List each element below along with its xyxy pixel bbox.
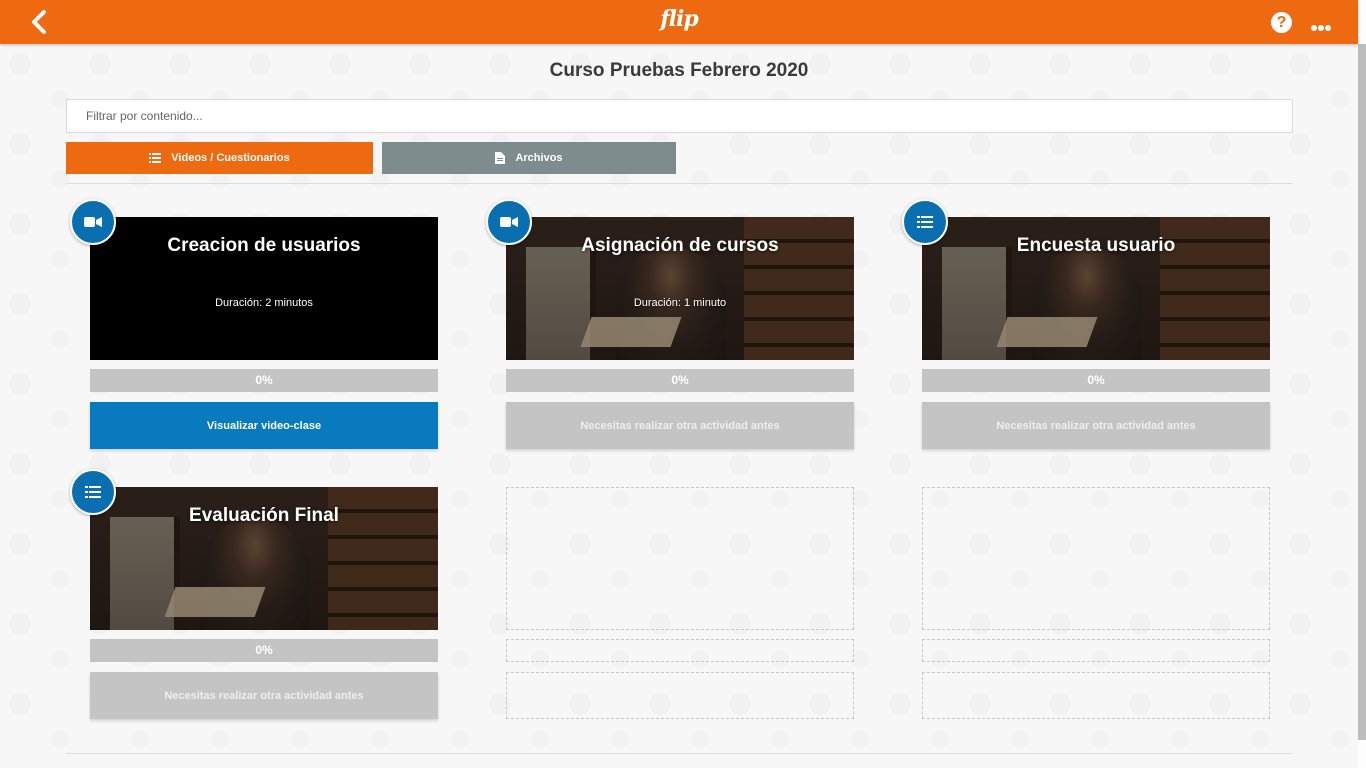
list-icon [85, 486, 101, 498]
progress-bar: 0% [922, 369, 1270, 392]
scrollbar-thumb[interactable] [1358, 44, 1366, 740]
empty-slot-action [922, 672, 1270, 719]
activity-thumbnail[interactable]: Evaluación Final [90, 487, 438, 630]
activity-card: Creacion de usuarios Duración: 2 minutos… [90, 217, 438, 449]
activity-thumbnail[interactable]: Asignación de cursos Duración: 1 minuto [506, 217, 854, 360]
empty-slot-progress [506, 639, 854, 662]
activity-title: Creacion de usuarios [167, 235, 361, 256]
tab-videos-quizzes[interactable]: Videos / Cuestionarios [66, 142, 373, 174]
empty-slot-thumbnail [506, 487, 854, 630]
file-icon [495, 152, 506, 164]
locked-activity-button[interactable]: Necesitas realizar otra actividad antes [506, 402, 854, 449]
video-camera-icon [84, 217, 102, 227]
watch-video-button[interactable]: Visualizar video-clase [90, 402, 438, 449]
tab-files[interactable]: Archivos [382, 142, 676, 174]
list-icon [917, 216, 933, 228]
video-camera-icon [500, 217, 518, 227]
activity-title: Asignación de cursos [581, 235, 779, 256]
filter-input[interactable] [66, 99, 1293, 133]
progress-bar: 0% [90, 639, 438, 662]
progress-bar: 0% [506, 369, 854, 392]
survey-badge [902, 199, 948, 245]
tab-label: Videos / Cuestionarios [171, 152, 290, 164]
app-logo[interactable]: flip [0, 6, 1358, 32]
locked-activity-button[interactable]: Necesitas realizar otra actividad antes [922, 402, 1270, 449]
divider [66, 183, 1293, 184]
activity-duration: Duración: 2 minutos [215, 297, 313, 309]
more-options-button[interactable] [1311, 18, 1333, 31]
empty-slot-action [506, 672, 854, 719]
activity-card: Evaluación Final 0% Necesitas realizar o… [90, 487, 438, 719]
tab-label: Archivos [515, 152, 563, 164]
video-badge [70, 199, 116, 245]
page-title: Curso Pruebas Febrero 2020 [549, 60, 809, 81]
activity-thumbnail[interactable]: Creacion de usuarios Duración: 2 minutos [90, 217, 438, 360]
survey-badge [70, 469, 116, 515]
top-bar: flip ? [0, 0, 1358, 44]
more-dot [1325, 25, 1331, 31]
divider [66, 753, 1293, 754]
activity-card: Asignación de cursos Duración: 1 minuto … [506, 217, 854, 449]
activity-thumbnail[interactable]: Encuesta usuario [922, 217, 1270, 360]
more-dot [1318, 25, 1324, 31]
more-dot [1311, 25, 1317, 31]
activity-duration: Duración: 1 minuto [633, 297, 727, 309]
activity-title: Evaluación Final [189, 505, 339, 526]
progress-bar: 0% [90, 369, 438, 392]
locked-activity-button[interactable]: Necesitas realizar otra actividad antes [90, 672, 438, 719]
empty-slot-progress [922, 639, 1270, 662]
video-badge [486, 199, 532, 245]
activity-card: Encuesta usuario 0% Necesitas realizar o… [922, 217, 1270, 449]
list-icon [149, 153, 162, 163]
help-button[interactable]: ? [1271, 12, 1292, 33]
empty-slot-thumbnail [922, 487, 1270, 630]
activity-title: Encuesta usuario [1016, 235, 1176, 256]
